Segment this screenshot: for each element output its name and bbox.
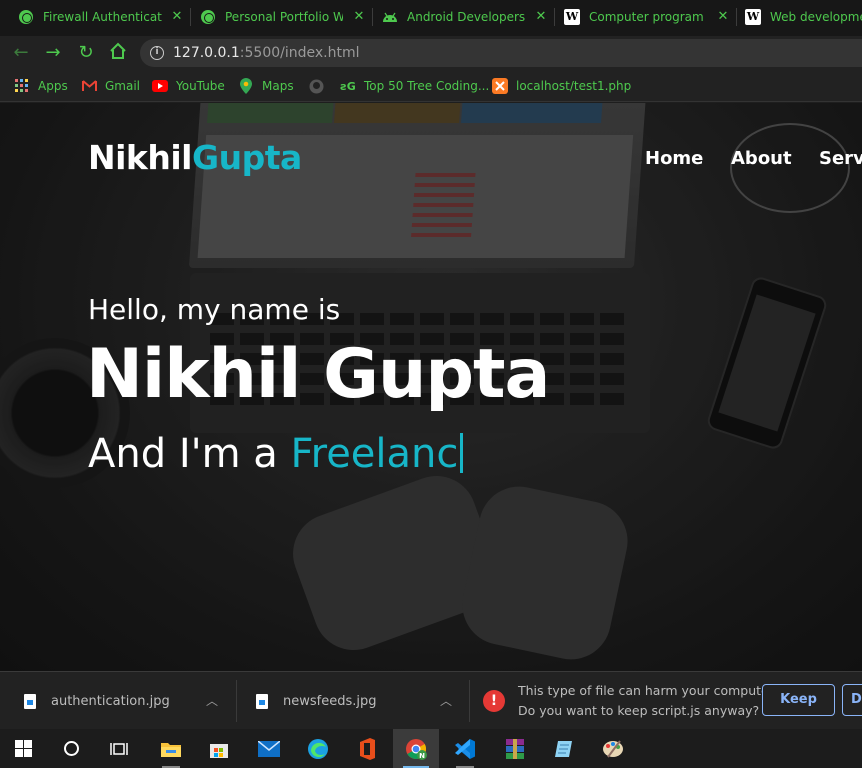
paint-icon[interactable]: [590, 729, 636, 768]
globe-icon: [200, 9, 216, 25]
tab-strip: Firewall Authentication ✕ Personal Portf…: [0, 0, 862, 36]
nav-home-link[interactable]: Home: [645, 148, 703, 169]
wikipedia-icon: W: [745, 9, 761, 25]
bookmark-apps[interactable]: Apps: [14, 76, 68, 96]
bookmark-label: Maps: [262, 79, 294, 93]
address-url: 127.0.0.1:5500/index.html: [173, 45, 360, 61]
download-item[interactable]: newsfeeds.jpg ︿: [256, 672, 460, 730]
site-logo[interactable]: NikhilGupta: [88, 138, 302, 177]
download-warning-line2: Do you want to keep script.js anyway?: [518, 703, 760, 718]
tab-separator: [372, 8, 373, 26]
close-icon[interactable]: ✕: [534, 10, 548, 24]
bookmark-label: Top 50 Tree Coding...: [364, 79, 490, 93]
search-circle-icon[interactable]: [48, 729, 94, 768]
shelf-separator: [236, 680, 237, 722]
tab-separator: [190, 8, 191, 26]
hero-role: And I'm a Freelanc: [88, 431, 464, 477]
browser-toolbar: ← → ↻ i 127.0.0.1:5500/index.html: [0, 36, 862, 70]
file-explorer-icon[interactable]: [148, 729, 194, 768]
vscode-icon[interactable]: [442, 729, 488, 768]
edge-icon[interactable]: [295, 729, 341, 768]
chevron-up-icon[interactable]: ︿: [206, 692, 218, 709]
tab-title: Computer programming: [589, 10, 704, 24]
windows-start-icon[interactable]: [0, 729, 46, 768]
tab-title: Personal Portfolio Website: [225, 10, 343, 24]
wikipedia-icon: W: [564, 9, 580, 25]
tab-title: Web development: [770, 10, 862, 24]
bookmark-github[interactable]: [308, 76, 332, 96]
winrar-icon[interactable]: [492, 729, 538, 768]
downloads-shelf: authentication.jpg ︿ newsfeeds.jpg ︿ ! T…: [0, 671, 862, 729]
home-icon[interactable]: [107, 42, 129, 64]
nav-services-link[interactable]: Servi: [819, 148, 862, 169]
bookmark-gmail[interactable]: Gmail: [81, 76, 140, 96]
shelf-separator: [469, 680, 470, 722]
reload-icon[interactable]: ↻: [75, 42, 97, 64]
tab-title: Android Developers: [407, 10, 526, 24]
geeksforgeeks-icon: ƨG: [340, 79, 356, 93]
chevron-up-icon[interactable]: ︿: [440, 692, 452, 709]
mail-icon[interactable]: [246, 729, 292, 768]
tab-personal-portfolio[interactable]: Personal Portfolio Website ✕: [200, 0, 366, 34]
tab-web-development[interactable]: W Web development: [745, 0, 862, 34]
bookmark-label: YouTube: [176, 79, 225, 93]
address-bar[interactable]: i 127.0.0.1:5500/index.html: [140, 39, 862, 67]
download-item[interactable]: authentication.jpg ︿: [24, 672, 228, 730]
hero-greeting: Hello, my name is: [88, 293, 341, 326]
tab-separator: [554, 8, 555, 26]
bookmark-label: localhost/test1.php: [516, 79, 632, 93]
notepad-icon[interactable]: [541, 729, 587, 768]
apps-grid-icon: [14, 78, 30, 94]
xampp-icon: [492, 78, 508, 94]
bookmark-top-50-tree[interactable]: ƨG Top 50 Tree Coding...: [340, 76, 489, 96]
image-file-icon: [256, 693, 268, 709]
site-info-icon[interactable]: i: [150, 46, 164, 60]
close-icon[interactable]: ✕: [716, 10, 730, 24]
youtube-icon: [152, 78, 168, 94]
github-icon: [308, 78, 324, 94]
bookmarks-bar: Apps Gmail YouTube Maps ƨG Top 50 Tree C…: [0, 70, 862, 102]
tab-computer-programming[interactable]: W Computer programming ✕: [564, 0, 730, 34]
chrome-icon[interactable]: N: [393, 729, 439, 768]
download-filename: newsfeeds.jpg: [283, 693, 377, 709]
discard-button[interactable]: D: [842, 684, 862, 716]
close-icon[interactable]: ✕: [170, 10, 184, 24]
tab-firewall-authentication[interactable]: Firewall Authentication ✕: [18, 0, 184, 34]
tab-android-developers[interactable]: Android Developers ✕: [382, 0, 548, 34]
warning-icon: !: [483, 690, 505, 712]
bookmark-maps[interactable]: Maps: [238, 76, 294, 96]
back-arrow-icon[interactable]: ←: [10, 42, 32, 64]
page-viewport: NikhilGupta Home About Servi Hello, my n…: [0, 103, 862, 671]
tab-title: Firewall Authentication: [43, 10, 163, 24]
android-icon: [382, 9, 398, 25]
windows-taskbar: N: [0, 729, 862, 768]
svg-text:N: N: [419, 752, 425, 760]
microsoft-store-icon[interactable]: [196, 729, 242, 768]
image-file-icon: [24, 693, 36, 709]
forward-arrow-icon[interactable]: →: [42, 42, 64, 64]
nav-about-link[interactable]: About: [731, 148, 792, 169]
task-view-icon[interactable]: [96, 729, 142, 768]
close-icon[interactable]: ✕: [352, 10, 366, 24]
maps-pin-icon: [238, 78, 254, 94]
download-filename: authentication.jpg: [51, 693, 170, 709]
bookmark-localhost[interactable]: localhost/test1.php: [492, 76, 631, 96]
gmail-icon: [81, 78, 97, 94]
typing-cursor: [460, 433, 464, 473]
download-warning-line1: This type of file can harm your computer…: [518, 683, 777, 698]
bookmark-youtube[interactable]: YouTube: [152, 76, 225, 96]
keep-button[interactable]: Keep: [762, 684, 835, 716]
hero-name: Nikhil Gupta: [86, 335, 550, 414]
globe-icon: [18, 9, 34, 25]
tab-separator: [736, 8, 737, 26]
office-icon[interactable]: [344, 729, 390, 768]
bookmark-label: Gmail: [105, 79, 141, 93]
typed-role-text: Freelanc: [290, 431, 459, 477]
bookmark-label: Apps: [38, 79, 68, 93]
